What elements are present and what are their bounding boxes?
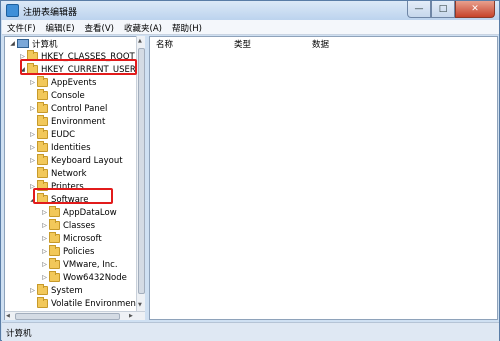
tree-node-microsoft[interactable]: ▷ Microsoft: [40, 232, 102, 245]
scroll-right-arrow-icon[interactable]: ▶: [129, 313, 133, 319]
registry-editor-window: 注册表编辑器 — □ ✕ 文件(F) 编辑(E) 查看(V) 收藏夹(A) 帮助…: [0, 0, 500, 341]
menu-file[interactable]: 文件(F): [2, 20, 41, 34]
tree-label: Classes: [63, 220, 96, 231]
tree-label: Console: [51, 90, 85, 101]
collapse-arrow-icon[interactable]: ◢: [8, 40, 17, 47]
tree-vertical-scrollbar[interactable]: ▲ ▼: [136, 36, 145, 311]
expand-arrow-icon[interactable]: ▷: [40, 222, 49, 229]
tree-node-appevents[interactable]: ▷ AppEvents: [28, 76, 96, 89]
close-button[interactable]: ✕: [455, 1, 495, 18]
expand-arrow-icon[interactable]: ▷: [40, 209, 49, 216]
tree-node-policies[interactable]: ▷ Policies: [40, 245, 94, 258]
registry-values-pane[interactable]: 名称 类型 数据: [149, 36, 498, 320]
tree-label: Network: [51, 168, 87, 179]
folder-icon: [37, 102, 48, 113]
tree-horizontal-scrollbar[interactable]: ◀ ▶: [5, 311, 145, 320]
menu-favorites[interactable]: 收藏夹(A): [119, 20, 167, 34]
menu-edit[interactable]: 编辑(E): [41, 20, 80, 34]
tree-node-system[interactable]: ▷ System: [28, 284, 83, 297]
tree-node-identities[interactable]: ▷ Identities: [28, 141, 91, 154]
tree-label: Environment: [51, 116, 106, 127]
tree-label: Volatile Environmen: [51, 298, 136, 309]
expand-arrow-icon[interactable]: ▷: [40, 235, 49, 242]
highlight-box-software: [33, 188, 113, 204]
folder-icon: [37, 115, 48, 126]
folder-icon: [49, 206, 60, 217]
status-bar: 计算机: [2, 322, 499, 341]
minimize-button[interactable]: —: [407, 1, 431, 18]
column-header-type[interactable]: 类型: [234, 38, 251, 50]
menu-bar: 文件(F) 编辑(E) 查看(V) 收藏夹(A) 帮助(H): [2, 20, 499, 35]
folder-icon: [49, 245, 60, 256]
scroll-up-arrow-icon[interactable]: ▲: [138, 38, 142, 44]
folder-icon: [37, 89, 48, 100]
tree-label: Identities: [51, 142, 91, 153]
expand-arrow-icon[interactable]: ▷: [40, 261, 49, 268]
folder-icon: [37, 128, 48, 139]
folder-icon: [37, 76, 48, 87]
title-bar[interactable]: 注册表编辑器 — □ ✕: [1, 1, 499, 20]
expand-arrow-icon[interactable]: ▷: [28, 105, 37, 112]
tree-label: Policies: [63, 246, 95, 257]
folder-icon: [37, 297, 48, 308]
folder-icon: [49, 219, 60, 230]
expand-arrow-icon[interactable]: ▷: [28, 157, 37, 164]
folder-icon: [37, 141, 48, 152]
maximize-button[interactable]: □: [431, 1, 455, 18]
tree-node-volatile-environment[interactable]: Volatile Environmen: [28, 297, 136, 310]
tree-label: VMware, Inc.: [63, 259, 118, 270]
expand-arrow-icon[interactable]: ▷: [28, 287, 37, 294]
folder-icon: [37, 154, 48, 165]
folder-icon: [49, 271, 60, 282]
expand-arrow-icon[interactable]: ▷: [28, 79, 37, 86]
tree-label: Control Panel: [51, 103, 108, 114]
tree-node-computer[interactable]: ◢ 计算机: [8, 37, 58, 50]
tree-node-keyboard-layout[interactable]: ▷ Keyboard Layout: [28, 154, 123, 167]
expand-arrow-icon[interactable]: ▷: [40, 248, 49, 255]
tree-node-wow6432node[interactable]: ▷ Wow6432Node: [40, 271, 127, 284]
scroll-left-arrow-icon[interactable]: ◀: [6, 313, 10, 319]
column-header-data[interactable]: 数据: [312, 38, 329, 50]
menu-view[interactable]: 查看(V): [80, 20, 119, 34]
column-header-name[interactable]: 名称: [156, 38, 173, 50]
tree-node-classes[interactable]: ▷ Classes: [40, 219, 95, 232]
expand-arrow-icon[interactable]: ▷: [40, 274, 49, 281]
tree-node-environment[interactable]: Environment: [28, 115, 105, 128]
tree-label: AppDataLow: [63, 207, 117, 218]
menu-help[interactable]: 帮助(H): [167, 20, 207, 34]
status-path: 计算机: [6, 329, 32, 339]
tree-node-vmware[interactable]: ▷ VMware, Inc.: [40, 258, 118, 271]
tree-label: AppEvents: [51, 77, 97, 88]
registry-tree-pane[interactable]: ◢ 计算机 ▷ HKEY_CLASSES_ROOT ◢ HKEY_CURRENT…: [4, 36, 145, 320]
folder-icon: [49, 232, 60, 243]
tree-node-control-panel[interactable]: ▷ Control Panel: [28, 102, 107, 115]
tree-label: EUDC: [51, 129, 76, 140]
folder-icon: [37, 167, 48, 178]
computer-icon: [17, 39, 29, 48]
highlight-box-hkcu: [20, 59, 137, 75]
window-title: 注册表编辑器: [23, 8, 78, 18]
folder-icon: [37, 284, 48, 295]
expand-arrow-icon[interactable]: ▷: [28, 131, 37, 138]
tree-label: Microsoft: [63, 233, 102, 244]
tree-node-network[interactable]: Network: [28, 167, 87, 180]
tree-label: 计算机: [32, 39, 58, 50]
scrollbar-thumb[interactable]: [138, 48, 145, 294]
expand-arrow-icon[interactable]: ▷: [28, 144, 37, 151]
tree-node-eudc[interactable]: ▷ EUDC: [28, 128, 75, 141]
scrollbar-thumb[interactable]: [15, 313, 120, 320]
tree-label: System: [51, 285, 83, 296]
tree-label: Wow6432Node: [63, 272, 127, 283]
scroll-down-arrow-icon[interactable]: ▼: [138, 302, 142, 308]
tree-node-appdatalow[interactable]: ▷ AppDataLow: [40, 206, 117, 219]
regedit-icon: [6, 4, 19, 17]
folder-icon: [49, 258, 60, 269]
tree-label: Keyboard Layout: [51, 155, 123, 166]
tree-node-console[interactable]: Console: [28, 89, 85, 102]
